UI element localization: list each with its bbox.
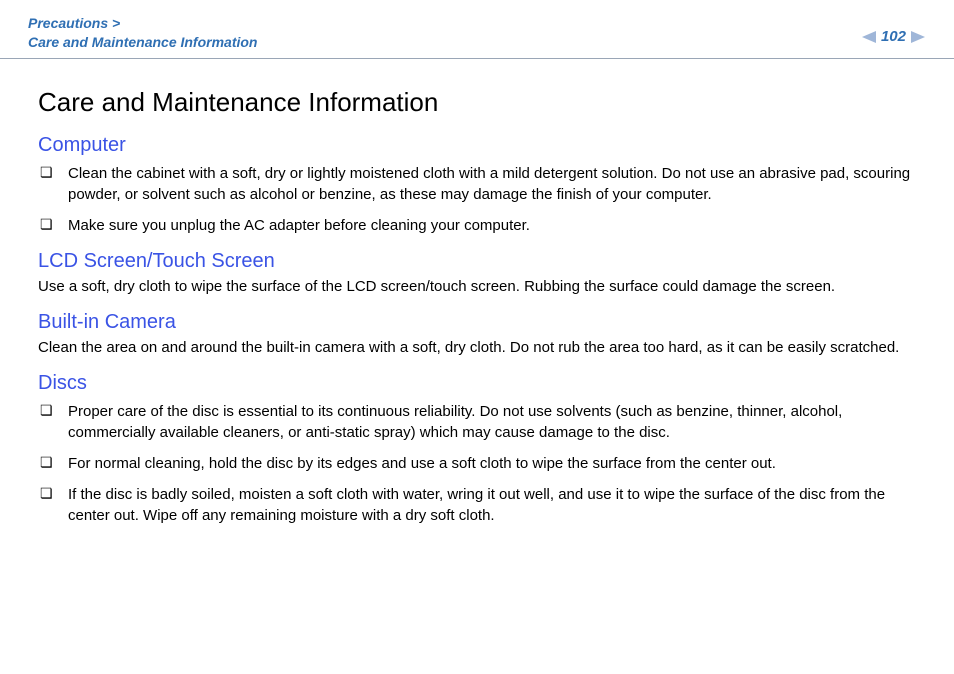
camera-text: Clean the area on and around the built-i… <box>38 338 922 358</box>
page-content: Care and Maintenance Information Compute… <box>0 59 954 527</box>
discs-list: Proper care of the disc is essential to … <box>38 401 922 526</box>
page-number-nav: 102 <box>861 14 926 45</box>
document-page: Precautions > Care and Maintenance Infor… <box>0 0 954 674</box>
breadcrumb-line-2: Care and Maintenance Information <box>28 34 257 50</box>
breadcrumb: Precautions > Care and Maintenance Infor… <box>28 14 257 52</box>
section-heading-camera: Built-in Camera <box>38 311 922 334</box>
page-number: 102 <box>881 28 906 45</box>
section-heading-discs: Discs <box>38 372 922 395</box>
prev-page-arrow-icon[interactable] <box>861 30 877 44</box>
computer-list: Clean the cabinet with a soft, dry or li… <box>38 163 922 236</box>
breadcrumb-line-1: Precautions > <box>28 15 120 31</box>
section-heading-lcd: LCD Screen/Touch Screen <box>38 250 922 273</box>
list-item: For normal cleaning, hold the disc by it… <box>38 453 922 474</box>
list-item: Proper care of the disc is essential to … <box>38 401 922 443</box>
list-item: Clean the cabinet with a soft, dry or li… <box>38 163 922 205</box>
list-item: If the disc is badly soiled, moisten a s… <box>38 484 922 526</box>
lcd-text: Use a soft, dry cloth to wipe the surfac… <box>38 277 922 297</box>
page-header: Precautions > Care and Maintenance Infor… <box>0 0 954 59</box>
page-title: Care and Maintenance Information <box>38 87 922 118</box>
section-heading-computer: Computer <box>38 134 922 157</box>
next-page-arrow-icon[interactable] <box>910 30 926 44</box>
list-item: Make sure you unplug the AC adapter befo… <box>38 215 922 236</box>
